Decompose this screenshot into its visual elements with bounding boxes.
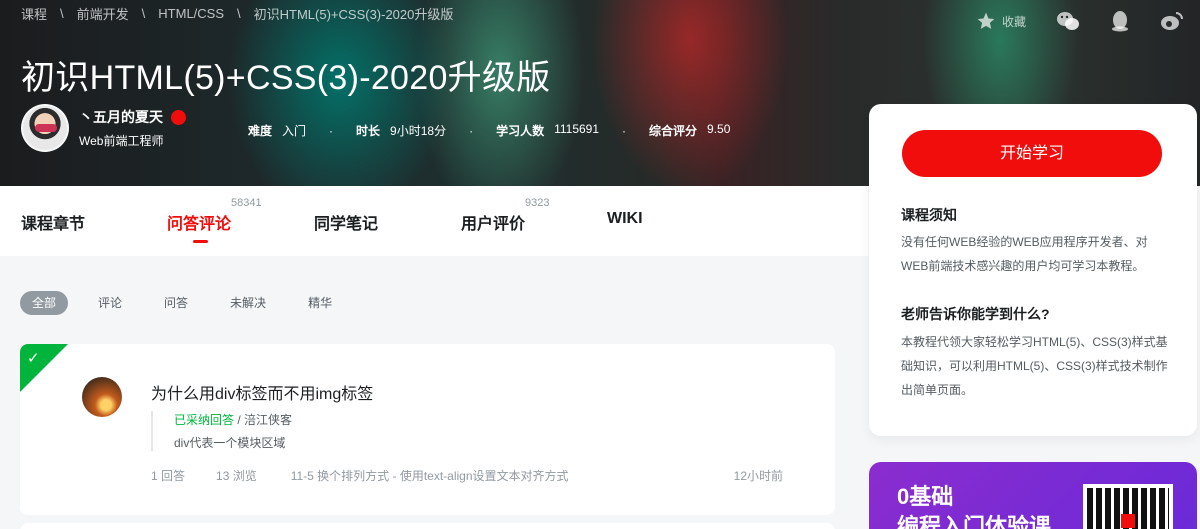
author-name[interactable]: 丶五月的夏天 (79, 107, 163, 127)
author-avatar[interactable] (21, 104, 69, 152)
filter-comments[interactable]: 评论 (86, 291, 134, 315)
course-sidebar: 开始学习 课程须知 没有任何WEB经验的WEB应用程序开发者、对WEB前端技术感… (869, 104, 1197, 436)
tab-chapters[interactable]: 课程章节 (21, 210, 85, 234)
promo-line1: 0基础 (897, 484, 954, 509)
stat-rating: 综合评分 9.50 (649, 122, 731, 138)
promo-line2: 编程入门体验课 (897, 514, 1052, 529)
breadcrumb-separator: \ (60, 6, 64, 21)
wechat-icon[interactable] (1056, 10, 1080, 32)
author-role: Web前端工程师 (79, 134, 164, 148)
filter-unsolved[interactable]: 未解决 (218, 291, 278, 315)
tab-count: 58341 (231, 197, 262, 209)
filter-all[interactable]: 全部 (20, 291, 69, 315)
qa-filters: 全部 评论 问答 未解决 精华 (20, 291, 362, 315)
breadcrumb-current: 初识HTML(5)+CSS(3)-2020升级版 (253, 7, 454, 22)
teacher-badge-icon (171, 109, 186, 125)
favorite-label: 收藏 (1001, 14, 1026, 29)
question-card[interactable] (20, 523, 835, 529)
star-icon (977, 12, 995, 29)
tab-notes[interactable]: 同学笔记 (314, 210, 378, 234)
breadcrumb-html-css[interactable]: HTML/CSS (158, 6, 224, 21)
answer-separator: / (234, 413, 245, 427)
stat-difficulty: 难度 入门 (248, 124, 307, 138)
qq-icon[interactable] (1110, 10, 1130, 32)
notice-text: 没有任何WEB经验的WEB应用程序开发者、对WEB前端技术感兴趣的用户均可学习本… (901, 235, 1148, 273)
course-tabs: 课程章节 问答评论 58341 同学笔记 用户评价 9323 WIKI (0, 186, 868, 256)
tab-reviews[interactable]: 用户评价 9323 (461, 197, 549, 234)
chapter-link[interactable]: 11-5 换个排列方式 - 使用text-align设置文本对齐方式 (291, 467, 569, 484)
post-time: 12小时前 (733, 469, 783, 483)
answer-author[interactable]: 涪江侠客 (244, 413, 292, 427)
share-actions: 收藏 (976, 10, 1184, 32)
tab-wiki[interactable]: WIKI (607, 210, 643, 228)
filter-featured[interactable]: 精华 (296, 291, 344, 315)
course-stats: 难度 入门 · 时长 9小时18分 · 学习人数 1115691 · 综合评分 9.50 (248, 122, 731, 138)
stat-duration: 时长 9小时18分 (356, 124, 447, 138)
notice-title: 课程须知 (901, 207, 957, 223)
learn-title: 老师告诉你能学到什么? (901, 306, 1050, 322)
start-learning-button[interactable]: 开始学习 (902, 130, 1162, 177)
weibo-icon[interactable] (1160, 10, 1184, 32)
question-title[interactable]: 为什么用div标签而不用img标签 (151, 380, 373, 404)
favorite-button[interactable]: 收藏 (976, 11, 1026, 31)
promo-banner[interactable]: 0基础 编程入门体验课 (869, 462, 1197, 529)
question-card[interactable]: ✓ 为什么用div标签而不用img标签 已采纳回答 / 涪江侠客 div代表一个… (20, 344, 835, 515)
learn-text: 本教程代领大家轻松学习HTML(5)、CSS(3)样式基础知识，可以利用HTML… (901, 335, 1168, 397)
tab-count: 9323 (525, 197, 550, 209)
qr-code-icon (1083, 484, 1173, 529)
breadcrumb-separator: \ (141, 6, 146, 21)
reply-count: 1 回答 (151, 469, 186, 483)
accepted-answer: 已采纳回答 / 涪江侠客 div代表一个模块区域 (151, 411, 292, 451)
breadcrumb-courses[interactable]: 课程 (21, 4, 47, 23)
tab-qa-comments[interactable]: 问答评论 58341 (167, 197, 262, 243)
breadcrumb-separator: \ (237, 6, 241, 21)
breadcrumb-frontend[interactable]: 前端开发 (77, 4, 129, 23)
filter-questions[interactable]: 问答 (152, 291, 200, 315)
stat-learners: 学习人数 1115691 (496, 122, 600, 138)
course-title: 初识HTML(5)+CSS(3)-2020升级版 (21, 59, 551, 97)
author-block: 丶五月的夏天 Web前端工程师 (21, 104, 186, 152)
answer-text: div代表一个模块区域 (174, 436, 286, 450)
view-count: 13 浏览 (216, 469, 257, 483)
check-icon: ✓ (27, 350, 40, 367)
breadcrumb: 课程 \ 前端开发 \ HTML/CSS \ 初识HTML(5)+CSS(3)-… (21, 4, 453, 23)
asker-avatar[interactable] (82, 377, 122, 417)
question-meta: 1 回答 13 浏览 11-5 换个排列方式 - 使用text-align设置文… (151, 467, 569, 484)
accepted-label: 已采纳回答 (174, 413, 235, 427)
